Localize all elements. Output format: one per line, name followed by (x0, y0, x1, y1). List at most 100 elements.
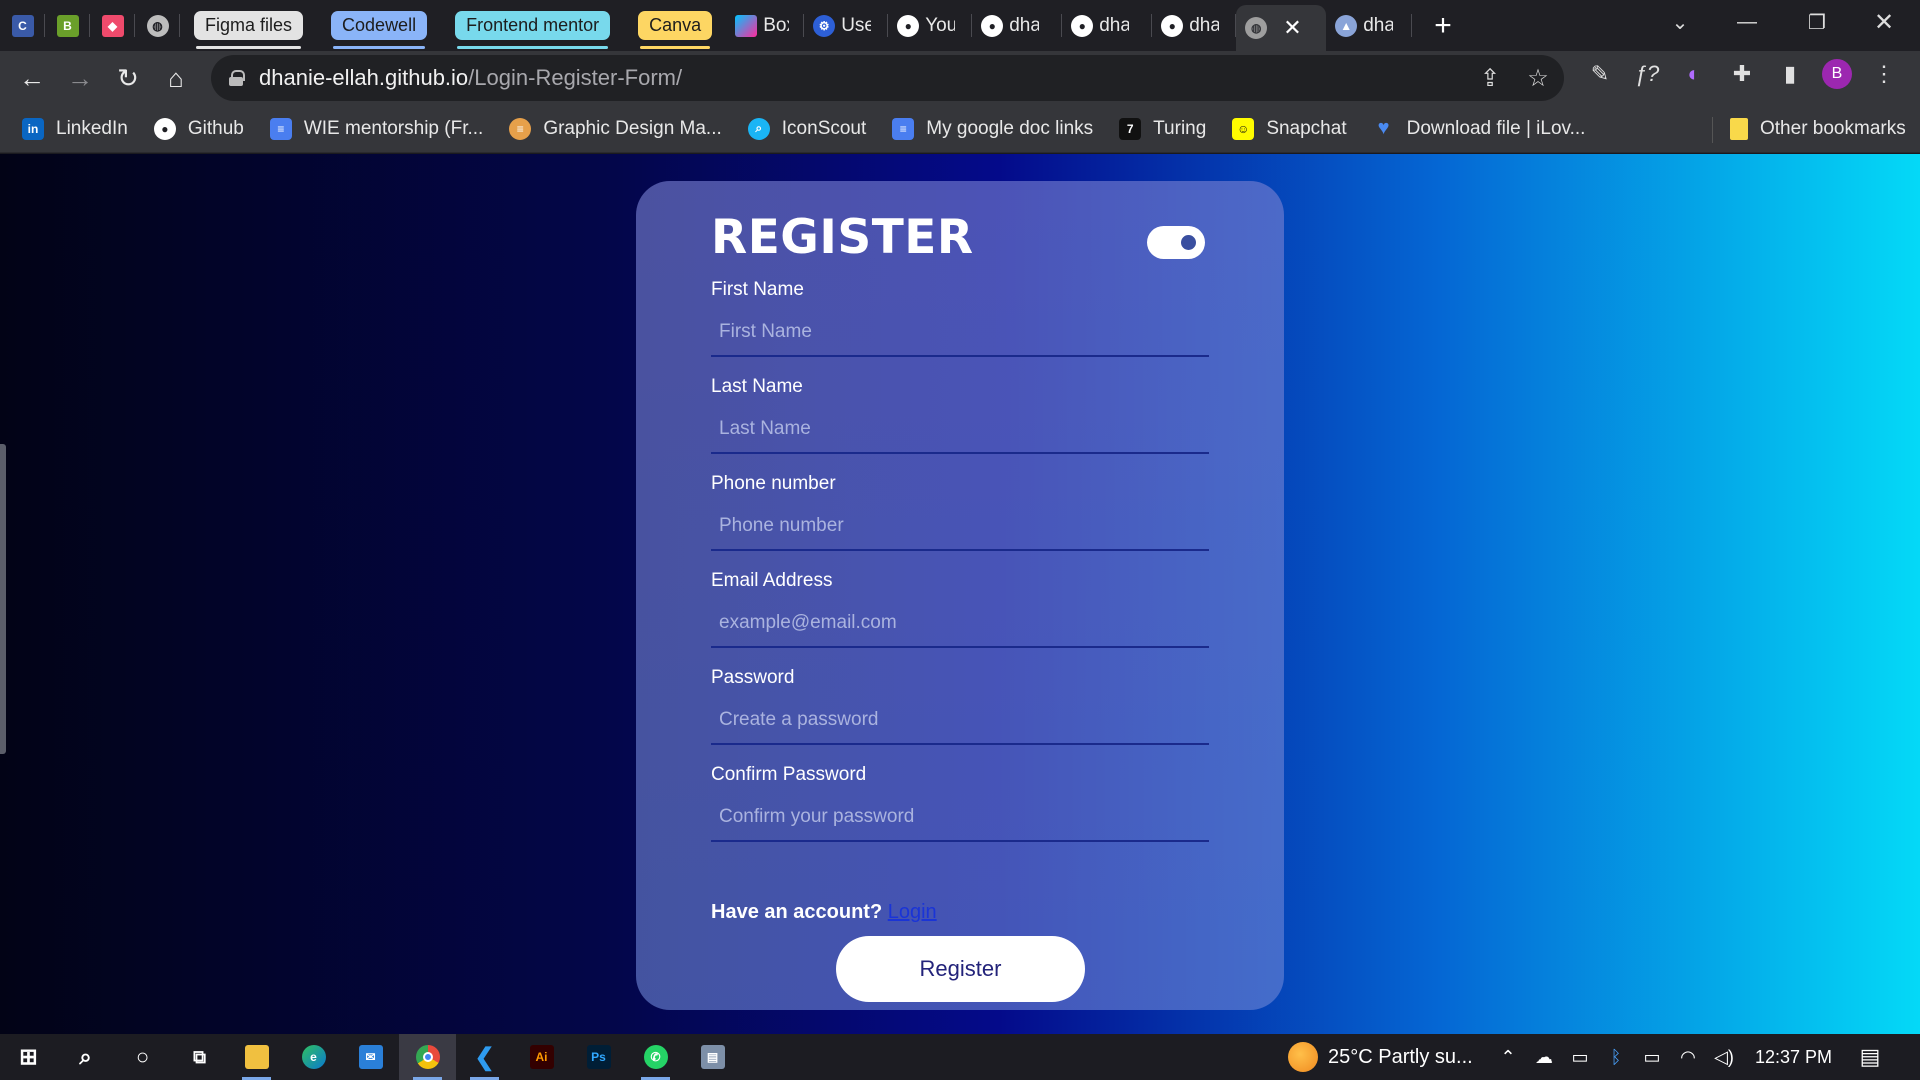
bookmark-star-icon[interactable]: ☆ (1518, 55, 1558, 101)
last-name-input[interactable] (711, 406, 1209, 454)
login-link[interactable]: Login (888, 901, 937, 923)
url-path: /Login-Register-Form/ (468, 65, 683, 90)
font-extension-icon[interactable]: ƒ? (1625, 51, 1669, 97)
search-button[interactable]: ⌕ (57, 1034, 114, 1080)
mail-icon: ✉ (358, 1045, 383, 1069)
theme-toggle[interactable] (1147, 226, 1205, 259)
windows-icon: ⊞ (19, 1044, 38, 1069)
bookmark-wie-mentorship[interactable]: ≡ WIE mentorship (Fr... (269, 117, 483, 140)
tab-search-icon[interactable]: ⌄ (1650, 0, 1710, 44)
taskbar-photoshop[interactable]: Ps (570, 1034, 627, 1080)
new-tab-button[interactable]: + (1434, 9, 1452, 43)
bluetooth-icon[interactable]: ᛒ (1599, 1034, 1633, 1080)
password-input[interactable] (711, 697, 1209, 745)
have-account-text: Have an account? (711, 901, 883, 923)
google-docs-icon: ≡ (269, 117, 292, 140)
taskbar-app[interactable]: ▤ (684, 1034, 741, 1080)
tab-pinned-4[interactable]: ◍ (135, 0, 180, 51)
reload-button[interactable]: ↻ (104, 54, 152, 102)
home-button[interactable]: ⌂ (152, 54, 200, 102)
box-icon (735, 14, 758, 37)
app-icon: ◆ (101, 14, 124, 37)
taskbar-chrome[interactable] (399, 1034, 456, 1080)
heart-icon: ♥ (1377, 117, 1390, 139)
close-icon[interactable]: ✕ (1283, 15, 1301, 41)
extension-icon[interactable]: ✎ (1578, 51, 1622, 97)
tab-use[interactable]: ⚙ Use (804, 0, 889, 51)
bookmarks-divider (1712, 117, 1713, 143)
extension-icon[interactable]: ◐ (1672, 51, 1716, 97)
bookmark-iconscout[interactable]: ⌕ IconScout (747, 117, 866, 140)
tab-you[interactable]: ● You (888, 0, 973, 51)
restore-button[interactable]: ❐ (1787, 0, 1847, 44)
tab-pinned-3[interactable]: ◆ (90, 0, 135, 51)
taskbar-whatsapp[interactable]: ✆ (627, 1034, 684, 1080)
close-window-button[interactable]: ✕ (1854, 0, 1914, 44)
tab-dha-1[interactable]: ● dha (972, 0, 1063, 51)
tab-active[interactable]: ◍ ✕ (1236, 5, 1327, 51)
profile-avatar[interactable]: B (1815, 51, 1859, 97)
cloud-icon[interactable]: ☁ (1527, 1034, 1561, 1080)
side-panel-icon[interactable]: ▮ (1768, 51, 1812, 97)
toggle-knob (1181, 235, 1196, 250)
taskbar-vscode[interactable]: ❮ (456, 1034, 513, 1080)
menu-icon[interactable]: ⋮ (1862, 51, 1906, 97)
tab-dha-4[interactable]: ▲ dha (1326, 0, 1413, 51)
first-name-input[interactable] (711, 309, 1209, 357)
github-icon: ● (1071, 14, 1094, 37)
bookmark-linkedin[interactable]: in LinkedIn (22, 117, 128, 140)
start-button[interactable]: ⊞ (0, 1034, 57, 1080)
bookmark-graphic-design[interactable]: ≡ Graphic Design Ma... (509, 117, 722, 140)
cortana-button[interactable]: ○ (114, 1034, 171, 1080)
taskbar-illustrator[interactable]: Ai (513, 1034, 570, 1080)
email-input[interactable] (711, 600, 1209, 648)
clock[interactable]: 12:37 PM (1755, 1034, 1832, 1080)
bookmark-ilovepdf[interactable]: ♥ Download file | iLov... (1373, 117, 1586, 140)
confirm-password-input[interactable] (711, 794, 1209, 842)
address-bar[interactable]: dhanie-ellah.github.io/Login-Register-Fo… (211, 55, 1564, 101)
taskbar-mail[interactable]: ✉ (342, 1034, 399, 1080)
tab-group-figma[interactable]: Figma files (194, 11, 304, 49)
bookmark-github[interactable]: ● Github (153, 117, 244, 140)
bookmark-google-docs[interactable]: ≡ My google doc links (892, 117, 1093, 140)
other-bookmarks[interactable]: Other bookmarks (1730, 105, 1906, 153)
wifi-icon[interactable]: ◠ (1671, 1034, 1705, 1080)
phone-input[interactable] (711, 503, 1209, 551)
page-viewport: REGISTER First Name Last Name Phone numb… (0, 154, 1920, 1034)
taskbar-file-explorer[interactable] (228, 1034, 285, 1080)
task-view-button[interactable]: ⧉ (171, 1034, 228, 1080)
register-button[interactable]: Register (836, 936, 1085, 1002)
share-icon[interactable]: ⇪ (1470, 55, 1510, 101)
meet-icon[interactable]: ▭ (1563, 1034, 1597, 1080)
notification-icon[interactable]: ▤ (1853, 1034, 1887, 1080)
scrollbar[interactable] (0, 444, 6, 754)
tab-box[interactable]: Box (726, 0, 805, 51)
tab-pinned-2[interactable]: B (45, 0, 90, 51)
forward-button[interactable]: → (56, 54, 104, 102)
tab-dha-2[interactable]: ● dha (1062, 0, 1153, 51)
bookmark-snapchat[interactable]: ☺ Snapchat (1232, 117, 1347, 140)
back-button[interactable]: ← (8, 54, 56, 102)
linkedin-icon: in (22, 117, 44, 140)
bookmark-turing[interactable]: 7 Turing (1119, 117, 1206, 140)
minimize-button[interactable]: — (1717, 0, 1777, 44)
tab-group-codewell[interactable]: Codewell (331, 11, 428, 49)
tab-dha-3[interactable]: ● dha (1152, 0, 1237, 51)
confirm-password-label: Confirm Password (711, 764, 867, 785)
tab-pinned-1[interactable]: C (0, 0, 45, 51)
puzzle-icon[interactable]: ✚ (1720, 51, 1764, 97)
tab-group-frontend-mentor[interactable]: Frontend mentor (455, 11, 611, 49)
battery-icon[interactable]: ▭ (1635, 1034, 1669, 1080)
chevron-up-icon[interactable]: ⌃ (1491, 1034, 1525, 1080)
globe-icon: ◍ (146, 14, 169, 37)
register-card: REGISTER First Name Last Name Phone numb… (636, 181, 1284, 1010)
github-icon: ● (981, 14, 1004, 37)
weather-widget[interactable]: 25°C Partly su... (1288, 1034, 1473, 1080)
weather-text: 25°C Partly su... (1328, 1045, 1473, 1068)
iconscout-icon: ⌕ (747, 117, 770, 140)
app-icon: ▤ (700, 1045, 725, 1069)
volume-icon[interactable]: ◁) (1707, 1034, 1741, 1080)
taskbar-edge[interactable]: e (285, 1034, 342, 1080)
tab-group-canva[interactable]: Canva (638, 11, 713, 49)
url-host: dhanie-ellah.github.io (259, 65, 469, 90)
